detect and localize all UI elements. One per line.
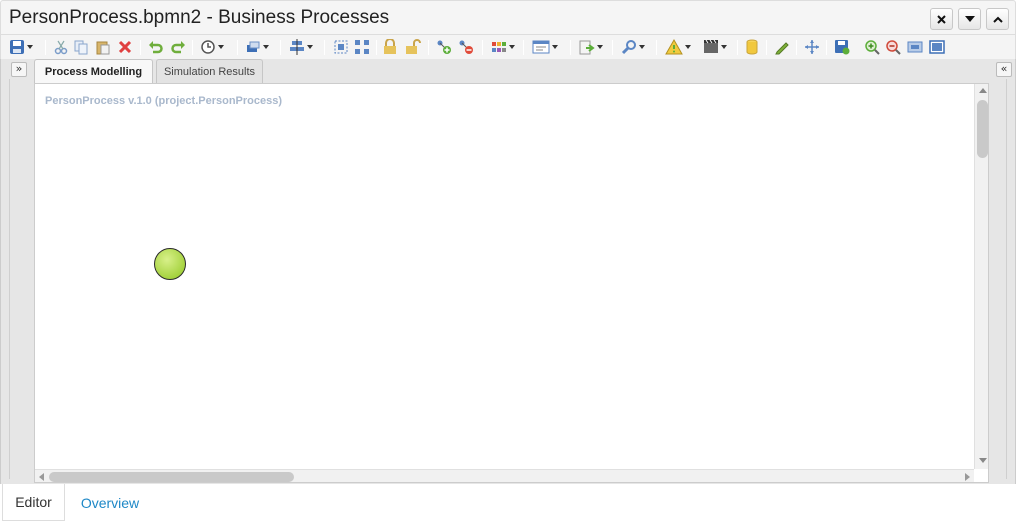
properties-icon: [532, 40, 550, 54]
save-as-icon: [835, 40, 850, 55]
unlock-button[interactable]: [405, 39, 421, 55]
ungroup-button[interactable]: [354, 39, 370, 55]
right-panel-divider: [1006, 79, 1007, 479]
validate-button[interactable]: [621, 39, 645, 55]
paste-button[interactable]: [95, 39, 111, 55]
zoom-in-icon: [865, 40, 880, 55]
window-titlebar: PersonProcess.bpmn2 - Business Processes: [0, 0, 1016, 35]
redo-icon: [171, 41, 185, 54]
tab-simulation-results[interactable]: Simulation Results: [156, 59, 263, 83]
tab-process-modelling[interactable]: Process Modelling: [34, 59, 153, 83]
zoom-in-button[interactable]: [864, 39, 880, 55]
collapse-button[interactable]: [986, 8, 1009, 30]
align-icon: [290, 39, 304, 55]
properties-button[interactable]: [532, 39, 558, 55]
save-button[interactable]: [9, 39, 33, 55]
bottom-tab-bar: Editor Overview: [0, 484, 1016, 527]
group-button[interactable]: [333, 39, 349, 55]
editor-workspace: » « Process Modelling Simulation Results…: [0, 59, 1016, 484]
vertical-scroll-thumb[interactable]: [977, 100, 988, 158]
window-title: PersonProcess.bpmn2 - Business Processes: [9, 7, 390, 28]
menu-dropdown-button[interactable]: [958, 8, 981, 30]
fit-button[interactable]: [804, 39, 820, 55]
horizontal-scroll-thumb[interactable]: [49, 472, 294, 482]
scroll-left-arrow-icon[interactable]: [39, 473, 44, 481]
delete-button[interactable]: [118, 39, 132, 55]
fit-icon: [805, 40, 819, 54]
warning-icon: [665, 39, 683, 55]
actual-size-button[interactable]: [907, 39, 923, 55]
unlock-icon: [406, 39, 421, 54]
start-event-node[interactable]: [154, 248, 186, 280]
ungroup-icon: [355, 40, 369, 54]
copy-button[interactable]: [73, 39, 89, 55]
zoom-out-icon: [886, 40, 901, 55]
redo-button[interactable]: [170, 39, 186, 55]
scroll-right-arrow-icon[interactable]: [965, 473, 970, 481]
fullscreen-icon: [929, 40, 945, 54]
tab-overview[interactable]: Overview: [75, 484, 145, 521]
undo-button[interactable]: [148, 39, 164, 55]
scroll-up-arrow-icon[interactable]: [979, 88, 987, 93]
warning-button[interactable]: [665, 39, 691, 55]
remove-node-button[interactable]: [458, 39, 474, 55]
actual-size-icon: [907, 41, 923, 53]
palette-icon: [492, 42, 506, 52]
remove-node-icon: [459, 40, 473, 54]
export-button[interactable]: [579, 39, 603, 55]
shapes-button[interactable]: [245, 39, 269, 55]
expand-left-panel-button[interactable]: »: [11, 62, 27, 77]
align-button[interactable]: [289, 39, 313, 55]
scroll-down-arrow-icon[interactable]: [979, 458, 987, 463]
palette-button[interactable]: [491, 39, 515, 55]
lock-icon: [384, 39, 396, 54]
expand-right-panel-button[interactable]: «: [996, 62, 1012, 77]
save-as-button[interactable]: [834, 39, 850, 55]
simulation-button[interactable]: [703, 39, 727, 55]
database-icon: [746, 39, 758, 55]
business-process-editor: PersonProcess.bpmn2 - Business Processes: [0, 0, 1016, 527]
editor-toolbar: [0, 35, 1016, 59]
zoom-out-button[interactable]: [885, 39, 901, 55]
collapse-up-icon: [992, 16, 1003, 23]
undo-icon: [149, 41, 163, 54]
vertical-scrollbar[interactable]: [974, 84, 988, 469]
cut-icon: [54, 40, 68, 55]
simulation-icon: [704, 39, 718, 53]
close-icon: [937, 14, 946, 24]
left-panel-divider: [9, 79, 10, 479]
paste-icon: [96, 41, 110, 55]
dropdown-icon: [964, 16, 975, 22]
tab-editor[interactable]: Editor: [2, 484, 65, 521]
process-canvas[interactable]: PersonProcess v.1.0 (project.PersonProce…: [34, 83, 989, 483]
horizontal-scrollbar[interactable]: [35, 469, 974, 482]
add-node-icon: [437, 40, 451, 54]
database-button[interactable]: [746, 39, 758, 55]
export-icon: [579, 40, 595, 55]
edit-icon: [775, 42, 789, 55]
lock-button[interactable]: [383, 39, 397, 55]
history-icon: [201, 40, 215, 54]
process-name-label: PersonProcess v.1.0 (project.PersonProce…: [45, 95, 283, 107]
copy-icon: [74, 40, 88, 55]
save-icon: [10, 40, 24, 54]
add-node-button[interactable]: [436, 39, 452, 55]
fullscreen-button[interactable]: [929, 39, 945, 55]
cut-button[interactable]: [53, 39, 69, 55]
close-button[interactable]: [930, 8, 953, 30]
edit-button[interactable]: [774, 39, 790, 55]
delete-icon: [118, 40, 132, 54]
shapes-icon: [247, 41, 260, 52]
validate-icon: [621, 40, 636, 55]
history-button[interactable]: [200, 39, 224, 55]
group-icon: [334, 40, 348, 54]
